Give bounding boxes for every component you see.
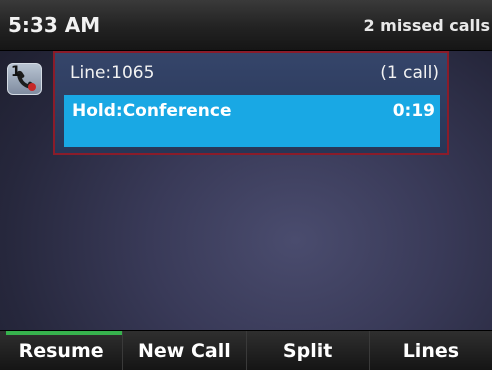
status-bar: 5:33 AM 2 missed calls bbox=[0, 0, 492, 51]
call-state: Hold:Conference bbox=[72, 101, 232, 121]
missed-calls-indicator[interactable]: 2 missed calls bbox=[363, 16, 490, 35]
split-softkey[interactable]: Split bbox=[246, 331, 370, 370]
lines-softkey[interactable]: Lines bbox=[369, 331, 492, 370]
line-key-1[interactable]: 1 bbox=[7, 63, 42, 95]
resume-softkey[interactable]: Resume bbox=[0, 331, 124, 370]
call-panel: Line:1065 (1 call) Hold:Conference 0:19 bbox=[53, 51, 449, 155]
line-key-number: 1 bbox=[11, 64, 21, 80]
new-call-softkey[interactable]: New Call bbox=[123, 331, 247, 370]
line-label: Line:1065 bbox=[70, 63, 155, 83]
call-row-selected[interactable]: Hold:Conference 0:19 bbox=[64, 95, 440, 147]
softkey-bar: Resume New Call Split Lines bbox=[0, 330, 492, 370]
call-count: (1 call) bbox=[380, 63, 439, 83]
phone-screen: 5:33 AM 2 missed calls 1 Line:1065 (1 ca… bbox=[0, 0, 492, 370]
call-timer: 0:19 bbox=[392, 101, 435, 121]
clock: 5:33 AM bbox=[8, 13, 101, 37]
